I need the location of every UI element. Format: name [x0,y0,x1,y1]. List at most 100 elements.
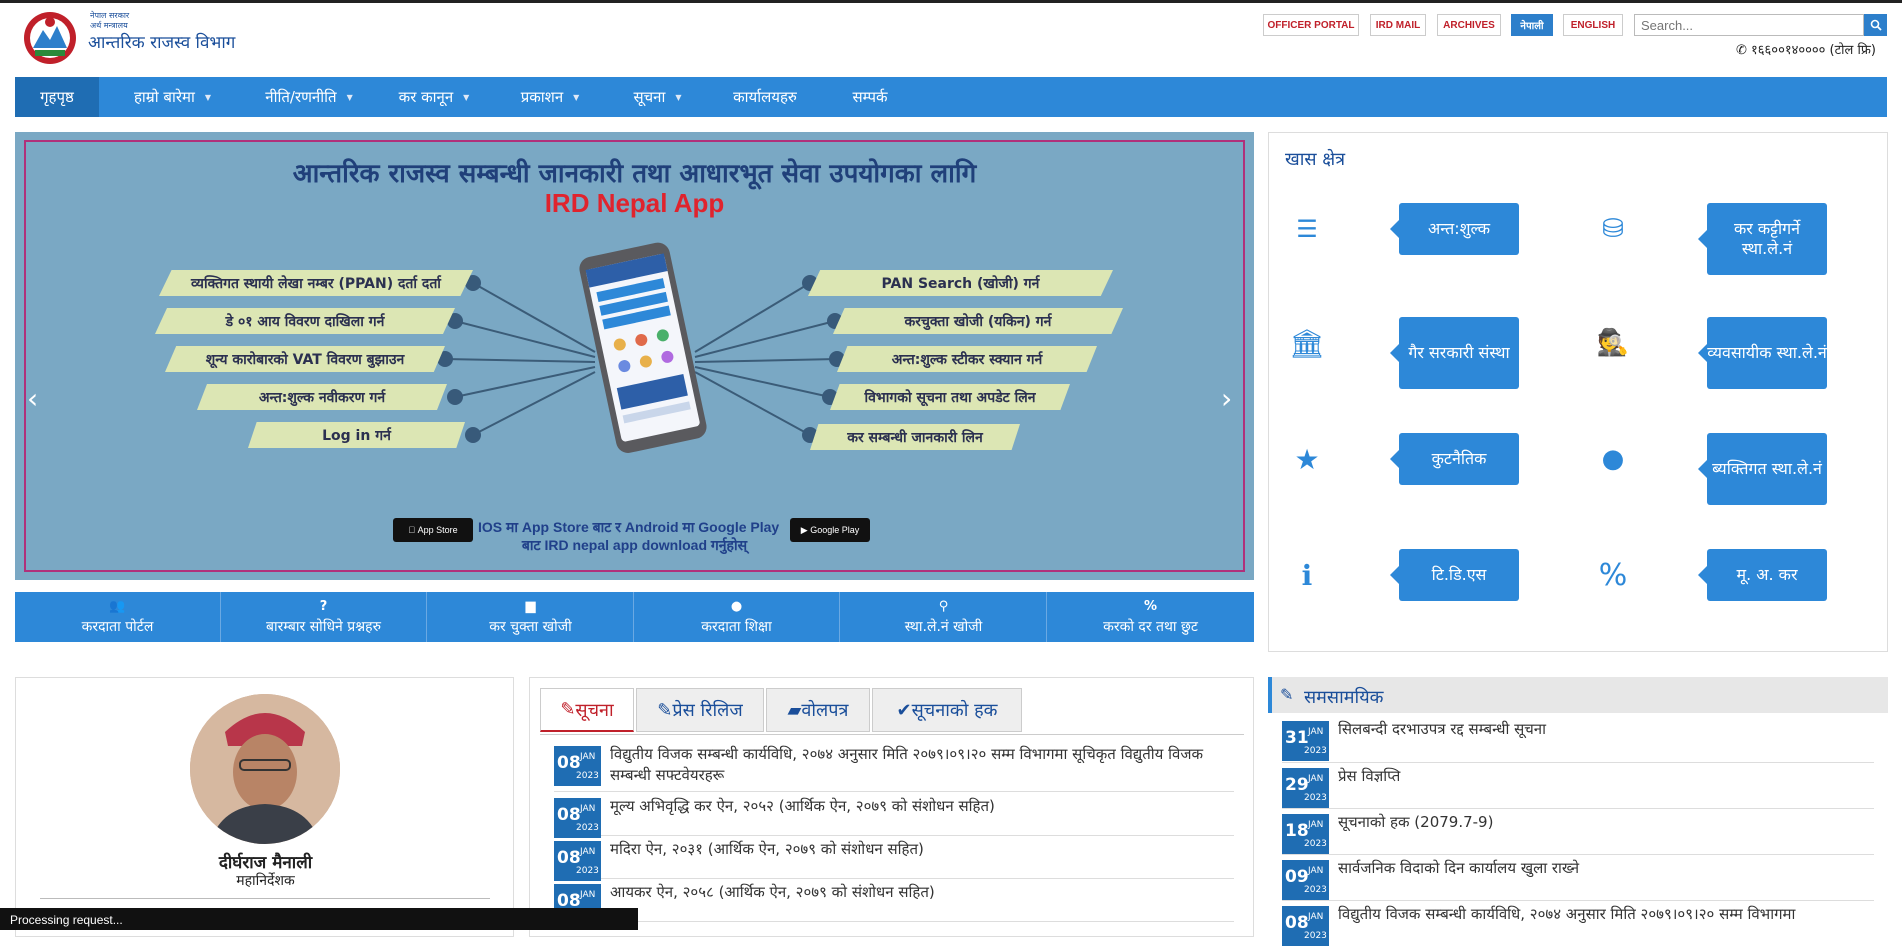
nav-label: सम्पर्क [852,88,888,106]
notice-title[interactable]: विद्युतीय विजक सम्बन्धी कार्यविधि, २०७४ … [610,744,1234,786]
nav-label: गृहपृष्ठ [40,88,74,106]
banner-carousel[interactable]: आन्तरिक राजस्व सम्बन्धी जानकारी तथा आधार… [15,132,1254,580]
search-input[interactable] [1634,14,1864,36]
quick-link-pan-search[interactable]: ⚲ स्था.ले.नं खोजी [841,592,1047,642]
nepal-emblem-logo[interactable] [15,8,85,66]
app-store-label: App Store [414,525,458,535]
search-button[interactable] [1864,14,1887,36]
notice-row[interactable]: 08 JAN 2023 मदिरा ऐन, २०३१ (आर्थिक ऐन, २०७… [554,837,1234,881]
date-month: JAN [580,752,596,762]
book-icon: ▰ [787,699,802,721]
nav-about[interactable]: हाम्रो बारेमा ▼ [110,77,235,117]
tab-notices[interactable]: ✎ सूचना [540,688,634,732]
store-text-line2: बाट IRD nepal app download गर्नुहोस् [521,537,748,553]
nav-label: हाम्रो बारेमा [133,88,195,106]
date-day: 08 [557,753,581,773]
carousel-prev-button[interactable]: ‹ [27,382,38,415]
quick-link-faq[interactable]: ? बारम्बार सोधिने प्रश्नहरु [221,592,427,642]
ird-mail-link[interactable]: IRD MAIL [1370,14,1426,36]
notice-row[interactable]: 08 JAN 2023 मूल्य अभिवृद्धि कर ऐन, २०५२ (आ… [554,794,1234,838]
special-business-pan-button[interactable]: व्यवसायीक स्था.ले.नं [1698,317,1827,389]
quick-links-bar: 👥 करदाता पोर्टल ? बारम्बार सोधिने प्रश्नहर… [15,592,1254,642]
carousel-next-button[interactable]: › [1221,382,1232,415]
special-ngo-button[interactable]: गैर सरकारी संस्था [1390,317,1519,389]
top-border [0,0,1902,3]
special-vat-button[interactable]: मू. अ. कर [1698,549,1827,601]
nav-offices[interactable]: कार्यालयहरु [710,77,820,117]
tab-tenders[interactable]: ▰ वोलपत्र [766,688,870,732]
date-month: JAN [1308,774,1324,784]
current-affairs-row[interactable]: 09 JAN 2023 सार्वजनिक विदाको दिन कार्यालय … [1282,856,1874,901]
date-day: 18 [1285,821,1309,841]
special-diplomatic-button[interactable]: कुटनैतिक [1390,433,1519,485]
current-affairs-panel: ✎ समसामयिक 31 JAN 2023 सिलबन्दी दरभाउपत्र … [1268,677,1888,946]
date-month: JAN [1308,820,1324,830]
database-icon: ⛁ [1602,214,1624,244]
current-affairs-header: ✎ समसामयिक [1268,677,1888,713]
archives-link[interactable]: ARCHIVES [1437,14,1501,36]
date-day: 08 [557,805,581,825]
user-secret-icon: 🕵 [1596,328,1630,358]
nav-home[interactable]: गृहपृष्ठ [15,77,99,117]
notice-title[interactable]: मदिरा ऐन, २०३१ (आर्थिक ऐन, २०७९ को संशोध… [610,839,924,860]
google-play-label: Google Play [810,525,860,535]
nav-notices[interactable]: सूचना ▼ [610,77,705,117]
date-badge: 08JAN 2023 [554,746,601,786]
date-day: 08 [1285,913,1309,933]
date-year: 2023 [576,866,599,876]
date-month: JAN [580,804,596,814]
banner-feature-right: PAN Search (खोजी) गर्न [808,270,1113,296]
special-tds-button[interactable]: टि.डि.एस [1390,549,1519,601]
edit-icon: ✎ [1280,685,1294,704]
english-language-button[interactable]: ENGLISH [1563,14,1623,36]
server-icon: ☰ [1296,215,1318,243]
notice-tabs-panel: ✎ सूचना ✎ प्रेस रिलिज ▰ वोलपत्र ✔ सूचनाक… [529,677,1254,937]
current-affairs-title-link[interactable]: प्रेस विज्ञप्ति [1338,766,1400,787]
main-navigation: गृहपृष्ठ हाम्रो बारेमा ▼ नीति/रणनीति ▼ कर … [15,77,1887,117]
play-icon: ▶ [800,524,811,535]
current-affairs-row[interactable]: 31 JAN 2023 सिलबन्दी दरभाउपत्र रद्द सम्बन्… [1282,717,1874,763]
notice-row[interactable]: 08JAN2023 आयकर ऐन, २०५८ (आर्थिक ऐन, २०७९… [554,880,1234,924]
current-affairs-title-link[interactable]: सार्वजनिक विदाको दिन कार्यालय खुला राख्न… [1338,858,1579,879]
quick-link-taxpayer-portal[interactable]: 👥 करदाता पोर्टल [15,592,221,642]
nav-contact[interactable]: सम्पर्क [825,77,915,117]
users-icon: 👥 [109,598,126,614]
director-general-title: महानिर्देशक [236,873,295,889]
officer-portal-link[interactable]: OFFICER PORTAL [1263,14,1359,36]
tab-label: सूचना [575,699,614,721]
nav-publications[interactable]: प्रकाशन ▼ [495,77,605,117]
paperclip-icon: ✎ [657,699,673,721]
tab-press-release[interactable]: ✎ प्रेस रिलिज [636,688,764,732]
special-area-panel: खास क्षेत्र ☰ अन्त:शुल्क ⛁ कर कट्टीगर्ने… [1268,132,1888,652]
search-icon: ⚲ [938,598,949,614]
tab-right-to-information[interactable]: ✔ सूचनाको हक [872,688,1022,732]
current-affairs-row[interactable]: 08 JAN 2023 विद्युतीय विजक सम्बन्धी कार्यव… [1282,902,1874,948]
notice-title[interactable]: आयकर ऐन, २०५८ (आर्थिक ऐन, २०७९ को संशोधन… [610,882,935,903]
search-icon [1870,19,1882,31]
notice-title[interactable]: मूल्य अभिवृद्धि कर ऐन, २०५२ (आर्थिक ऐन, … [610,796,995,817]
quick-link-taxpayer-education[interactable]: ● करदाता शिक्षा [634,592,840,642]
banner-feature-left: डे ०१ आय विवरण दाखिला गर्न [155,308,455,334]
banner-feature-right: अन्त:शुल्क स्टीकर स्क्यान गर्न [837,346,1097,372]
special-personal-pan-button[interactable]: ब्यक्तिगत स्था.ले.नं [1698,433,1827,505]
bank-icon: 🏛 [1289,326,1325,360]
special-withholding-pan-button[interactable]: कर कट्टीगर्ने स्था.ले.नं [1698,203,1827,275]
date-year: 2023 [1304,746,1327,756]
nav-label: कर कानून [398,88,454,106]
current-affairs-title-link[interactable]: सूचनाको हक (2079.7-9) [1338,812,1493,833]
banner-feature-right: विभागको सूचना तथा अपडेट लिन [830,384,1070,410]
quick-link-tax-clearance[interactable]: ▆ कर चुक्ता खोजी [428,592,634,642]
date-day: 31 [1285,728,1309,748]
site-title[interactable]: आन्तरिक राजस्व विभाग [88,30,235,53]
current-affairs-row[interactable]: 18 JAN 2023 सूचनाको हक (2079.7-9) [1282,810,1874,855]
nepali-language-button[interactable]: नेपाली [1511,14,1553,36]
nav-tax-law[interactable]: कर कानून ▼ [379,77,489,117]
quick-link-tax-rates[interactable]: % करको दर तथा छुट [1047,592,1254,642]
special-excise-button[interactable]: अन्त:शुल्क [1390,203,1519,255]
nav-policy[interactable]: नीति/रणनीति ▼ [244,77,374,117]
tab-label: प्रेस रिलिज [672,700,743,721]
current-affairs-title-link[interactable]: सिलबन्दी दरभाउपत्र रद्द सम्बन्धी सूचना [1338,719,1546,740]
current-affairs-title-link[interactable]: विद्युतीय विजक सम्बन्धी कार्यविधि, २०७४ … [1338,904,1795,925]
notice-row[interactable]: 08 JAN 2023 विद्युतीय विजक सम्बन्धी कार्यव… [554,742,1234,792]
current-affairs-row[interactable]: 29 JAN 2023 प्रेस विज्ञप्ति [1282,764,1874,809]
